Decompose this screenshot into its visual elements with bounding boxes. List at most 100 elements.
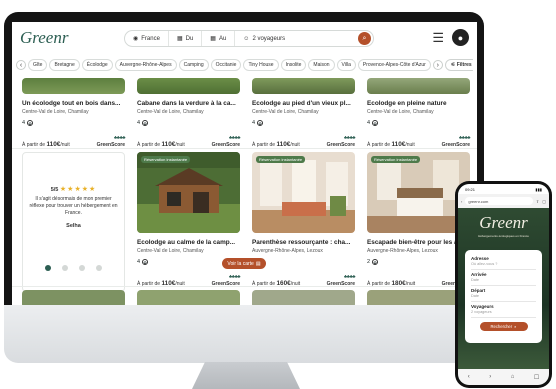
carousel-dot[interactable] bbox=[79, 265, 85, 271]
view-map-button[interactable]: Voir la carte ▤ bbox=[222, 258, 266, 269]
arrival-date-field[interactable]: ▦ Du bbox=[167, 31, 201, 46]
instant-booking-badge: Réservation instantanée bbox=[141, 156, 191, 163]
review-text: Il s'agit désormais de mon premier réfle… bbox=[29, 196, 118, 216]
destination-field[interactable]: ◉ France bbox=[125, 31, 168, 46]
home-icon[interactable]: ⌂ bbox=[511, 374, 515, 380]
listing-title: Un écolodge tout en bois dans... bbox=[22, 100, 121, 107]
listing-title: Ecolodge au calme de la camp... bbox=[137, 239, 236, 246]
category-chip[interactable]: Écolodge bbox=[81, 59, 113, 71]
listing-card[interactable]: Ecolodge en pleine nature Centre-Val de … bbox=[367, 78, 471, 148]
category-chip[interactable]: Villa bbox=[336, 59, 356, 71]
listing-location: Centre-Val de Loire, Chamilay bbox=[22, 109, 89, 115]
chevron-right-icon[interactable]: › bbox=[432, 60, 443, 70]
listing-price: À partir de 110€/nuit bbox=[252, 141, 300, 148]
listing-photo bbox=[252, 290, 355, 305]
listing-photo bbox=[367, 78, 470, 94]
listing-photo: Réservation instantanée bbox=[252, 152, 355, 233]
greenscore-badge: ♣♣♣♣GreenScore bbox=[441, 135, 471, 148]
calendar-icon: ▦ bbox=[176, 36, 183, 42]
search-button[interactable]: ⌕ bbox=[358, 32, 371, 45]
category-chip[interactable]: Maison bbox=[308, 59, 335, 71]
listing-row-top: Un écolodge tout en bois dans... Centre-… bbox=[22, 78, 471, 148]
category-chip[interactable]: Camping bbox=[178, 59, 209, 71]
forward-icon[interactable]: › bbox=[489, 374, 491, 380]
carousel-dot[interactable] bbox=[96, 265, 102, 271]
listing-photo bbox=[252, 78, 355, 94]
chevron-left-icon[interactable]: ‹ bbox=[16, 60, 26, 70]
category-chip[interactable]: Tiny House bbox=[243, 59, 279, 71]
carousel-dot[interactable] bbox=[45, 265, 51, 271]
listing-price: À partir de 110€/nuit bbox=[22, 141, 70, 148]
listing-card[interactable]: Un écolodge tout en bois dans... Centre-… bbox=[22, 78, 126, 148]
back-icon[interactable]: ‹ bbox=[468, 374, 470, 380]
calendar-icon: ▦ bbox=[210, 36, 216, 42]
leaf-icon: ✿ bbox=[257, 120, 264, 126]
search-icon: ⌕ bbox=[362, 34, 367, 42]
travelers-field[interactable]: Voyageurs 2 voyageurs bbox=[471, 302, 536, 318]
phone-nav-bar: ‹ › ⌂ ☐ bbox=[458, 369, 549, 385]
next-row-preview bbox=[22, 290, 470, 305]
listing-score: 4✿ bbox=[137, 120, 149, 126]
search-bar[interactable]: ◉ France ▦ Du ▦ Au ☺ 2 voyageurs ⌕ bbox=[124, 30, 374, 47]
sliders-icon: ⚟ bbox=[450, 62, 456, 68]
greenscore-badge: ♣♣♣♣GreenScore bbox=[326, 135, 356, 148]
listing-title: Ecolodge au pied d'un vieux pl... bbox=[252, 100, 351, 107]
product-mockup: Greenr ◉ France ▦ Du ▦ Au ☺ 2 voyageurs bbox=[0, 0, 556, 389]
user-icon: ● bbox=[457, 32, 464, 43]
listing-photo bbox=[137, 78, 240, 94]
departure-field[interactable]: Départ Date bbox=[471, 286, 536, 302]
phone-screen: 09:21 ▮▮▮ ‹ greenr.com ⇪ ▢ Greenr Héberg… bbox=[458, 184, 549, 385]
category-chip[interactable]: Auvergne-Rhône-Alpes bbox=[114, 59, 177, 71]
filters-button[interactable]: ⚟ Filtres bbox=[444, 59, 473, 71]
listing-score: 4✿ bbox=[367, 120, 379, 126]
category-chip[interactable]: Insolite bbox=[280, 59, 307, 71]
leaf-icon: ✿ bbox=[372, 120, 379, 126]
listing-title: Cabane dans la verdure à la ca... bbox=[137, 100, 236, 107]
tabs-icon[interactable]: ▢ bbox=[542, 199, 546, 204]
instant-booking-badge: Réservation instantanée bbox=[256, 156, 306, 163]
star-icon: ★★★★★ bbox=[59, 186, 97, 193]
listing-card[interactable]: Cabane dans la verdure à la ca... Centre… bbox=[137, 78, 241, 148]
listing-card[interactable]: Ecolodge au pied d'un vieux pl... Centre… bbox=[252, 78, 356, 148]
phone-search-button[interactable]: Rechercher ⌕ bbox=[479, 322, 528, 331]
listing-card[interactable]: Réservation instantanée Parenthèse resso… bbox=[252, 152, 356, 292]
listing-title: Parenthèse ressourçante : cha... bbox=[252, 239, 351, 246]
desktop-screen: Greenr ◉ France ▦ Du ▦ Au ☺ 2 voyageurs bbox=[12, 22, 477, 305]
departure-date-field[interactable]: ▦ Au bbox=[201, 31, 234, 46]
back-icon[interactable]: ‹ bbox=[461, 199, 462, 204]
phone-browser-bar: ‹ greenr.com ⇪ ▢ bbox=[458, 194, 549, 208]
instant-booking-badge: Réservation instantanée bbox=[371, 156, 421, 163]
listing-price: À partir de 110€/nuit bbox=[367, 141, 415, 148]
address-field[interactable]: Adresse Où allez-vous ? bbox=[471, 254, 536, 270]
map-icon: ▤ bbox=[255, 260, 261, 267]
bookmark-icon[interactable]: ☐ bbox=[534, 374, 539, 381]
phone-tagline: Hébergements écologiques en France bbox=[478, 234, 529, 238]
category-chip[interactable]: Gîte bbox=[28, 59, 48, 71]
guests-field[interactable]: ☺ 2 voyageurs bbox=[234, 31, 293, 46]
logo[interactable]: Greenr bbox=[20, 28, 112, 48]
carousel-dot[interactable] bbox=[62, 265, 68, 271]
carousel-dots bbox=[45, 265, 102, 271]
listing-location: Centre-Val de Loire, Chamilay bbox=[367, 109, 434, 115]
category-chip[interactable]: Bretagne bbox=[49, 59, 80, 71]
listing-location: Auvergne-Rhône-Alpes, Lezoux bbox=[252, 248, 323, 254]
user-avatar[interactable]: ● bbox=[452, 29, 469, 46]
listing-photo bbox=[22, 290, 125, 305]
leaf-icon: ✿ bbox=[142, 259, 149, 265]
greenscore-badge: ♣♣♣♣GreenScore bbox=[211, 135, 241, 148]
category-bar: ‹ Gîte Bretagne Écolodge Auvergne-Rhône-… bbox=[16, 58, 473, 72]
phone-logo: Greenr bbox=[479, 213, 528, 232]
phone-device: 09:21 ▮▮▮ ‹ greenr.com ⇪ ▢ Greenr Héberg… bbox=[455, 181, 552, 388]
leaf-icon: ✿ bbox=[142, 120, 149, 126]
category-chip[interactable]: Occitanie bbox=[210, 59, 242, 71]
listing-row-bottom: 5/5 ★★★★★ Il s'agit désormais de mon pre… bbox=[22, 152, 471, 292]
menu-icon[interactable]: ☰ bbox=[432, 31, 444, 44]
category-chip[interactable]: Provence-Alpes-Côte d'Azur bbox=[357, 59, 431, 71]
monitor-stand bbox=[192, 362, 300, 389]
greenscore-badge: ♣♣♣♣GreenScore bbox=[96, 135, 126, 148]
listing-card[interactable]: Réservation instantanée Ecolodge au calm… bbox=[137, 152, 241, 292]
interior-illustration bbox=[252, 152, 355, 233]
url-field[interactable]: greenr.com bbox=[465, 197, 533, 205]
arrival-field[interactable]: Arrivée Date bbox=[471, 270, 536, 286]
share-icon[interactable]: ⇪ bbox=[536, 199, 539, 204]
